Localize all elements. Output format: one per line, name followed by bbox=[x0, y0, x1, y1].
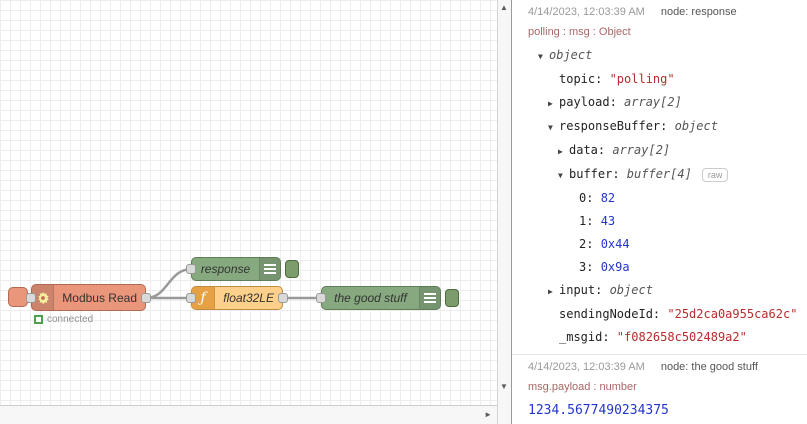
debug-message-meta: 4/14/2023, 12:03:39 AM node: the good stu… bbox=[528, 361, 799, 373]
debug-tree-row: ▶ input: object bbox=[538, 279, 799, 303]
source-node-name: node: the good stuff bbox=[660, 361, 758, 373]
input-port[interactable] bbox=[26, 292, 36, 303]
timestamp: 4/14/2023, 12:03:39 AM bbox=[528, 6, 645, 18]
debug-tree-row: topic: "polling" bbox=[538, 68, 799, 91]
output-port[interactable] bbox=[141, 292, 151, 303]
property-value: 0x44 bbox=[600, 237, 630, 251]
node-the-good-stuff[interactable]: the good stuff bbox=[316, 286, 441, 310]
debug-sidebar: 4/14/2023, 12:03:39 AM node: response pol… bbox=[511, 0, 807, 424]
node-red-app: Modbus Read connected response ƒ float32… bbox=[0, 0, 807, 424]
node-label: float32LE bbox=[223, 291, 274, 305]
property-key: buffer: bbox=[569, 167, 627, 181]
input-port[interactable] bbox=[186, 264, 196, 274]
json-tree: ▼ object topic: "polling" ▶ payload: array[2… bbox=[538, 44, 799, 349]
message-path: msg.payload : number bbox=[528, 381, 637, 393]
property-key: data: bbox=[569, 143, 613, 157]
payload-number-value: 1234.5677490234375 bbox=[528, 403, 669, 418]
property-key: 1: bbox=[579, 214, 601, 228]
debug-tree-row: ▶ payload: array[2] bbox=[538, 91, 799, 115]
debug-enable-toggle[interactable] bbox=[285, 260, 299, 278]
debug-tree-row: ▼ responseBuffer: object bbox=[538, 115, 799, 139]
status-square-icon bbox=[34, 315, 43, 324]
property-key: topic: bbox=[559, 72, 610, 86]
property-value: object bbox=[674, 119, 718, 133]
property-value: 43 bbox=[600, 214, 616, 228]
debug-message-response: 4/14/2023, 12:03:39 AM node: response pol… bbox=[512, 0, 807, 355]
property-value: "polling" bbox=[609, 72, 675, 86]
disclosure-collapsed-icon[interactable]: ▶ bbox=[548, 280, 559, 303]
scroll-right-icon[interactable]: ► bbox=[484, 410, 492, 419]
property-value: "f082658c502489a2" bbox=[616, 330, 747, 344]
disclosure-expanded-icon[interactable]: ▼ bbox=[548, 116, 559, 139]
status-text: connected bbox=[47, 314, 94, 325]
node-modbus-read[interactable]: Modbus Read bbox=[26, 284, 151, 311]
input-port[interactable] bbox=[316, 293, 326, 303]
disclosure-collapsed-icon[interactable]: ▶ bbox=[558, 140, 569, 163]
wires-layer bbox=[145, 267, 322, 300]
property-key: sendingNodeId: bbox=[559, 307, 668, 321]
debug-tree-row: sendingNodeId: "25d2ca0a955ca62c" bbox=[538, 303, 799, 326]
source-node-name: node: response bbox=[660, 6, 737, 18]
horizontal-scrollbar[interactable]: ► bbox=[0, 405, 497, 424]
node-response[interactable]: response bbox=[186, 257, 281, 281]
debug-message-meta: 4/14/2023, 12:03:39 AM node: response bbox=[528, 6, 799, 18]
property-key: 0: bbox=[579, 191, 601, 205]
node-label: the good stuff bbox=[334, 291, 407, 305]
raw-toggle-button[interactable]: raw bbox=[701, 168, 729, 182]
workspace: Modbus Read connected response ƒ float32… bbox=[0, 0, 497, 424]
debug-tree-row: ▼ object bbox=[538, 44, 799, 68]
wire-modbus-to-response[interactable] bbox=[145, 267, 193, 300]
debug-tree-row: _msgid: "f082658c502489a2" bbox=[538, 326, 799, 349]
debug-tree-row: ▶ data: array[2] bbox=[538, 139, 799, 163]
debug-tree-row: 2: 0x44 bbox=[538, 233, 799, 256]
property-key: responseBuffer: bbox=[559, 119, 675, 133]
property-value: "25d2ca0a955ca62c" bbox=[667, 307, 798, 321]
disclosure-collapsed-icon[interactable]: ▶ bbox=[548, 92, 559, 115]
debug-tree-row: 0: 82 bbox=[538, 187, 799, 210]
debug-tree-row: 1: 43 bbox=[538, 210, 799, 233]
message-path: polling : msg : Object bbox=[528, 26, 631, 38]
property-value: 0x9a bbox=[600, 260, 630, 274]
debug-enable-toggle[interactable] bbox=[445, 289, 459, 307]
property-key: input: bbox=[559, 283, 610, 297]
property-key: _msgid: bbox=[559, 330, 617, 344]
node-label: Modbus Read bbox=[62, 290, 137, 305]
node-label: response bbox=[200, 262, 251, 276]
node-modbus-small[interactable] bbox=[8, 287, 28, 307]
debug-list-icon bbox=[259, 258, 280, 280]
flow-canvas[interactable]: Modbus Read connected response ƒ float32… bbox=[0, 0, 497, 405]
output-port[interactable] bbox=[278, 293, 288, 303]
property-value: array[2] bbox=[624, 95, 682, 109]
node-status: connected bbox=[34, 314, 93, 325]
property-value: buffer[4] bbox=[626, 167, 692, 181]
debug-tree-row: ▼ buffer: buffer[4] raw bbox=[538, 163, 799, 187]
property-key: 3: bbox=[579, 260, 601, 274]
debug-tree-row: 3: 0x9a bbox=[538, 256, 799, 279]
property-value: 82 bbox=[600, 191, 616, 205]
scroll-down-icon[interactable]: ▼ bbox=[500, 382, 508, 391]
debug-list-icon bbox=[419, 287, 440, 309]
disclosure-expanded-icon[interactable]: ▼ bbox=[538, 45, 549, 68]
node-float32le[interactable]: ƒ float32LE bbox=[186, 286, 288, 310]
vertical-scrollbar[interactable]: ▲ ▼ bbox=[497, 0, 511, 424]
property-key: payload: bbox=[559, 95, 625, 109]
property-value: array[2] bbox=[612, 143, 671, 157]
property-value: object bbox=[549, 48, 593, 62]
input-port[interactable] bbox=[186, 293, 196, 303]
disclosure-expanded-icon[interactable]: ▼ bbox=[558, 164, 569, 187]
debug-message-good-stuff: 4/14/2023, 12:03:39 AM node: the good stu… bbox=[512, 355, 807, 424]
property-key: 2: bbox=[579, 237, 601, 251]
property-value: object bbox=[609, 283, 653, 297]
timestamp: 4/14/2023, 12:03:39 AM bbox=[528, 361, 645, 373]
scroll-up-icon[interactable]: ▲ bbox=[500, 3, 508, 12]
